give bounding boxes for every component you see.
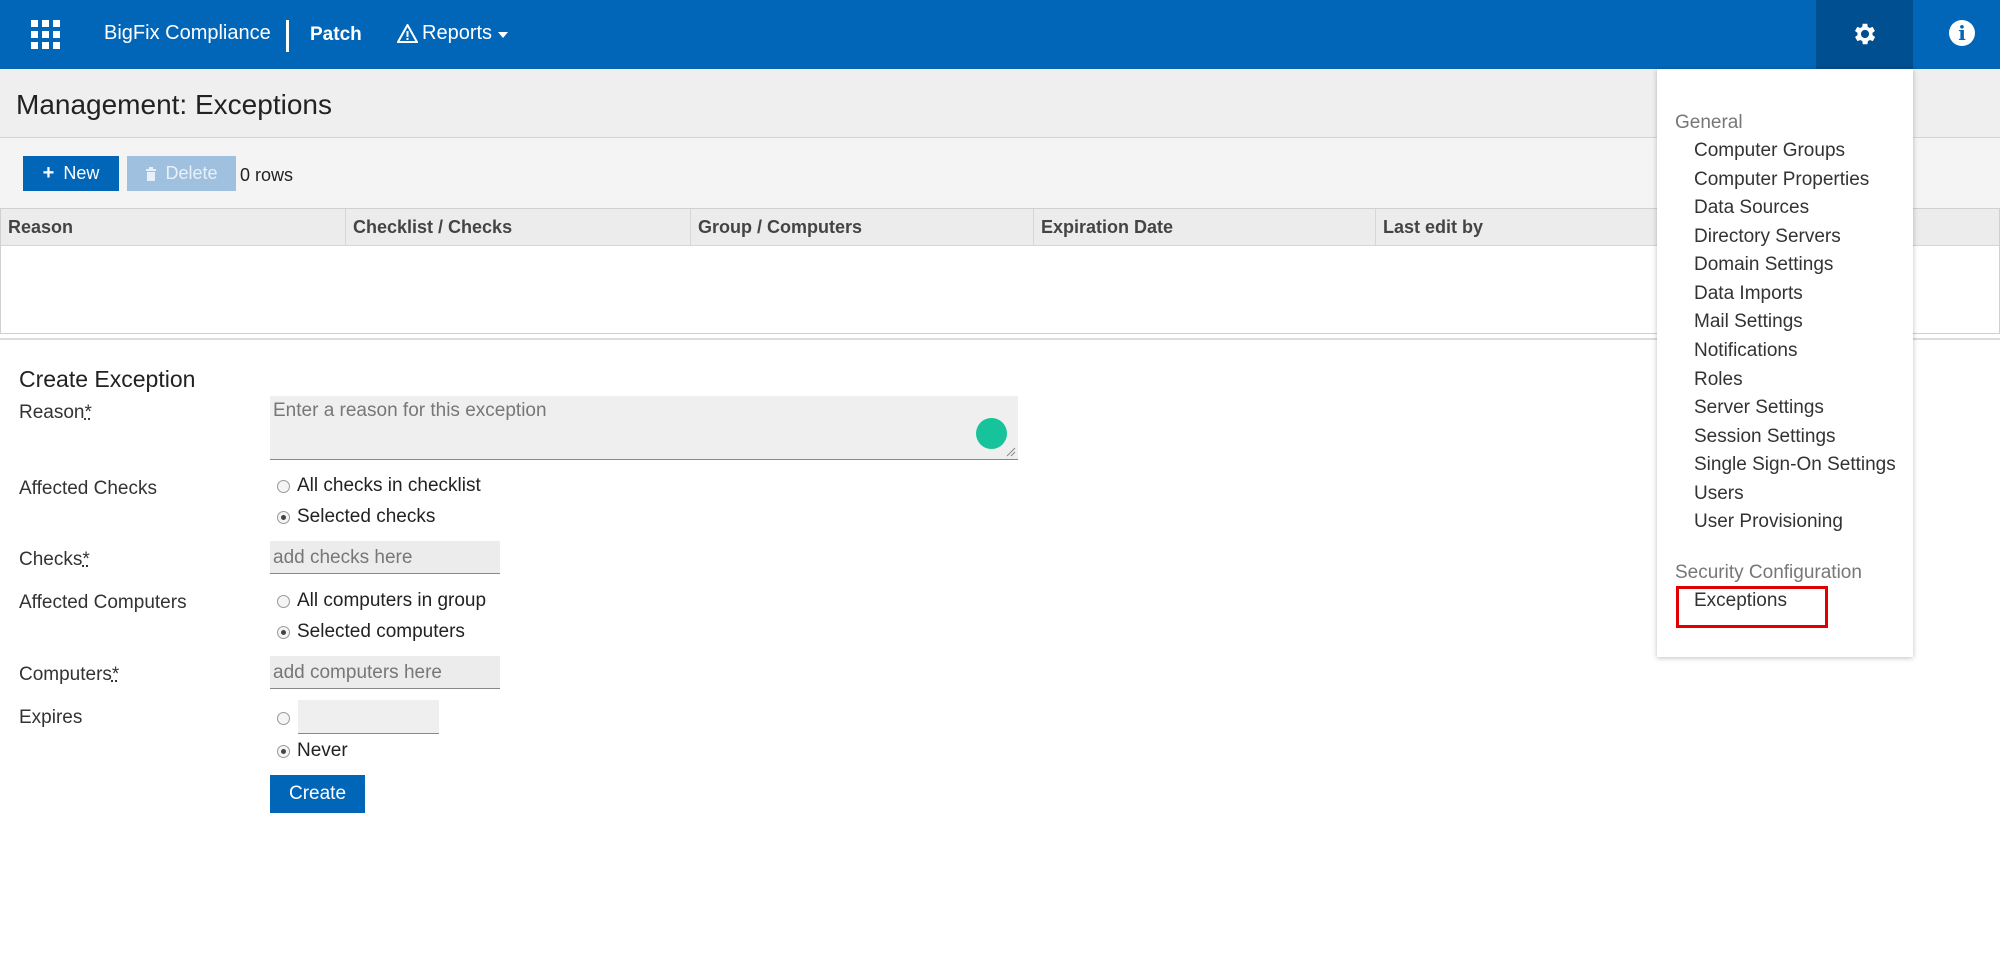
- radio-all-checks[interactable]: All checks in checklist: [277, 475, 481, 497]
- computers-input[interactable]: add computers here: [270, 656, 500, 689]
- radio-button[interactable]: [277, 479, 290, 493]
- delete-button[interactable]: Delete: [127, 156, 236, 191]
- column-header-expiration[interactable]: Expiration Date: [1034, 209, 1376, 245]
- radio-selected-checks[interactable]: Selected checks: [277, 506, 435, 528]
- delete-button-label: Delete: [165, 163, 218, 183]
- radio-selected-computers[interactable]: Selected computers: [277, 621, 465, 643]
- radio-all-computers[interactable]: All computers in group: [277, 590, 486, 612]
- radio-button-selected[interactable]: [277, 510, 290, 524]
- brand-divider: [286, 20, 289, 52]
- menu-item-single-sign-on-settings[interactable]: Single Sign-On Settings: [1694, 454, 1896, 476]
- form-title: Create Exception: [19, 366, 196, 392]
- reports-menu[interactable]: Reports: [397, 22, 509, 45]
- plus-icon: +: [42, 162, 55, 184]
- menu-item-user-provisioning[interactable]: User Provisioning: [1694, 511, 1843, 533]
- resize-handle-icon[interactable]: [1006, 447, 1016, 457]
- expiration-date-input[interactable]: [298, 700, 439, 734]
- reason-input[interactable]: Enter a reason for this exception: [270, 396, 1018, 460]
- grammar-assistant-icon[interactable]: [976, 418, 1007, 449]
- menu-item-users[interactable]: Users: [1694, 483, 1744, 505]
- menu-item-computer-properties[interactable]: Computer Properties: [1694, 169, 1869, 191]
- warning-triangle-icon: [397, 24, 418, 43]
- gear-icon: [1854, 23, 1876, 45]
- menu-item-domain-settings[interactable]: Domain Settings: [1694, 254, 1833, 276]
- reports-label: Reports: [422, 22, 493, 44]
- menu-item-data-imports[interactable]: Data Imports: [1694, 283, 1803, 305]
- settings-dropdown-menu: General Computer Groups Computer Propert…: [1657, 69, 1913, 657]
- new-button-label: New: [63, 163, 100, 183]
- menu-heading-security: Security Configuration: [1675, 562, 1862, 583]
- menu-heading-general: General: [1675, 112, 1743, 133]
- checks-input[interactable]: add checks here: [270, 541, 500, 574]
- chevron-down-icon: [498, 31, 509, 38]
- menu-item-data-sources[interactable]: Data Sources: [1694, 197, 1809, 219]
- highlight-box: [1676, 586, 1828, 628]
- menu-item-notifications[interactable]: Notifications: [1694, 340, 1798, 362]
- app-section-patch[interactable]: Patch: [310, 24, 362, 46]
- radio-button[interactable]: [277, 594, 290, 608]
- menu-item-mail-settings[interactable]: Mail Settings: [1694, 311, 1803, 333]
- affected-checks-label: Affected Checks: [19, 478, 158, 499]
- menu-item-server-settings[interactable]: Server Settings: [1694, 397, 1824, 419]
- menu-item-computer-groups[interactable]: Computer Groups: [1694, 140, 1845, 162]
- computers-label: Computers*: [19, 664, 120, 685]
- top-nav-bar: BigFix Compliance Patch Reports i: [0, 0, 2000, 69]
- expires-label: Expires: [19, 707, 83, 728]
- menu-item-directory-servers[interactable]: Directory Servers: [1694, 226, 1841, 248]
- reason-label: Reason*: [19, 402, 92, 423]
- radio-button-selected[interactable]: [277, 625, 290, 639]
- checks-label: Checks*: [19, 549, 90, 570]
- radio-never[interactable]: Never: [277, 740, 348, 762]
- column-header-group[interactable]: Group / Computers: [691, 209, 1034, 245]
- brand-link[interactable]: BigFix Compliance: [104, 22, 271, 45]
- rows-count: 0 rows: [240, 165, 294, 185]
- settings-button[interactable]: [1816, 0, 1913, 69]
- column-header-checklist[interactable]: Checklist / Checks: [346, 209, 691, 245]
- radio-button[interactable]: [277, 712, 290, 725]
- create-button[interactable]: Create: [270, 775, 365, 813]
- menu-item-roles[interactable]: Roles: [1694, 369, 1743, 391]
- column-header-reason[interactable]: Reason: [1, 209, 346, 245]
- info-icon[interactable]: i: [1949, 20, 1975, 46]
- trash-icon: [146, 166, 157, 181]
- page-title: Management: Exceptions: [16, 89, 332, 120]
- menu-item-session-settings[interactable]: Session Settings: [1694, 426, 1836, 448]
- apps-grid-icon[interactable]: [31, 20, 61, 50]
- new-button[interactable]: + New: [23, 156, 119, 191]
- affected-computers-label: Affected Computers: [19, 592, 187, 613]
- radio-expires-date[interactable]: [277, 712, 297, 725]
- radio-button-selected[interactable]: [277, 744, 290, 758]
